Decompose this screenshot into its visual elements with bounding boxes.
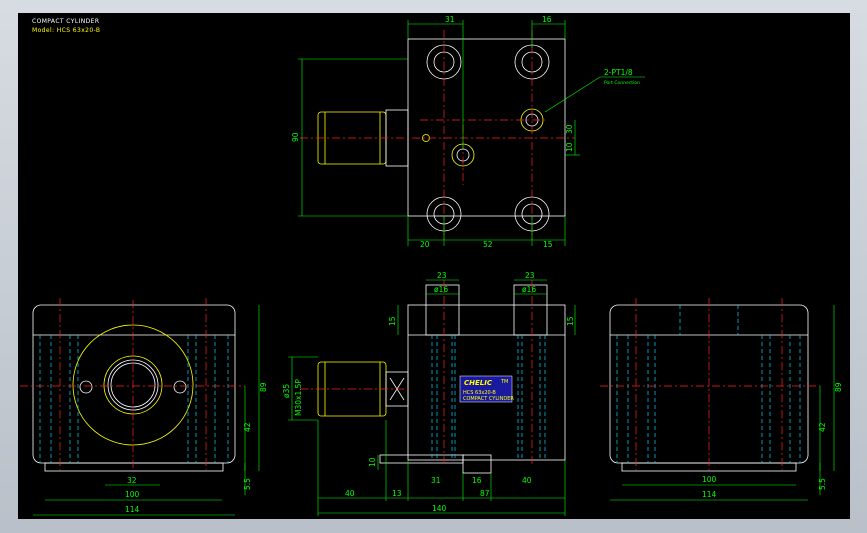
right-dim-5-5: 5.5 (818, 478, 827, 490)
dim-row-40-right: 40 (522, 476, 532, 485)
dim-front-87: 87 (480, 489, 490, 498)
left-dim-32: 32 (127, 476, 137, 485)
label-tm: TM (500, 379, 508, 385)
dim-front-10: 10 (368, 457, 377, 467)
right-dim-89: 89 (834, 382, 843, 392)
left-view-body (32, 304, 236, 464)
left-dim-42: 42 (243, 422, 252, 432)
front-view: CHELIC TM HCS 63x20-B COMPACT CYLINDER 2… (282, 271, 576, 516)
dim-side-30: 30 (565, 124, 574, 134)
port-callout: 2-PT1/8 (604, 68, 633, 77)
right-view: 100 114 89 42 5.5 (600, 298, 843, 501)
dim-row-16: 16 (472, 476, 482, 485)
rod-diameter: ø35 (282, 384, 291, 398)
left-dim-114: 114 (125, 505, 140, 514)
cad-drawing: 31 16 90 10 30 20 52 15 2-PT1/8 Port Con… (20, 15, 843, 516)
dim-front-140: 140 (432, 504, 447, 513)
dim-bottom-52: 52 (483, 240, 493, 249)
dia-front-left: ø16 (434, 285, 448, 294)
right-dim-100: 100 (702, 475, 717, 484)
dim-bottom-20: 20 (420, 240, 430, 249)
left-dim-100: 100 (125, 490, 140, 499)
left-dim-5-5: 5.5 (243, 478, 252, 490)
rod-thread: M30x1.5P (294, 379, 303, 416)
dim-bottom-15: 15 (543, 240, 553, 249)
dim-front-23-right: 23 (525, 271, 535, 280)
dim-front-15-left: 15 (388, 316, 397, 326)
dim-row-31: 31 (431, 476, 441, 485)
port-callout-sub: Port Connection (604, 80, 640, 86)
dim-front-15-right: 15 (566, 316, 575, 326)
label-line2: COMPACT CYLINDER (463, 396, 514, 402)
left-view: 32 100 114 89 42 5.5 (20, 298, 268, 516)
dim-height-90: 90 (291, 132, 300, 142)
dim-top-16: 16 (542, 15, 552, 24)
label-brand: CHELIC (464, 379, 493, 387)
right-dim-114: 114 (702, 490, 717, 499)
right-dim-42: 42 (818, 422, 827, 432)
top-view: 31 16 90 10 30 20 52 15 2-PT1/8 Port Con… (291, 15, 645, 249)
dim-row-13: 13 (392, 489, 402, 498)
dia-front-right: ø16 (522, 285, 536, 294)
dim-side-10: 10 (565, 142, 574, 152)
dim-top-31: 31 (445, 15, 455, 24)
left-dim-89: 89 (259, 382, 268, 392)
dim-row-40-left: 40 (345, 489, 355, 498)
dim-front-23-left: 23 (437, 271, 447, 280)
